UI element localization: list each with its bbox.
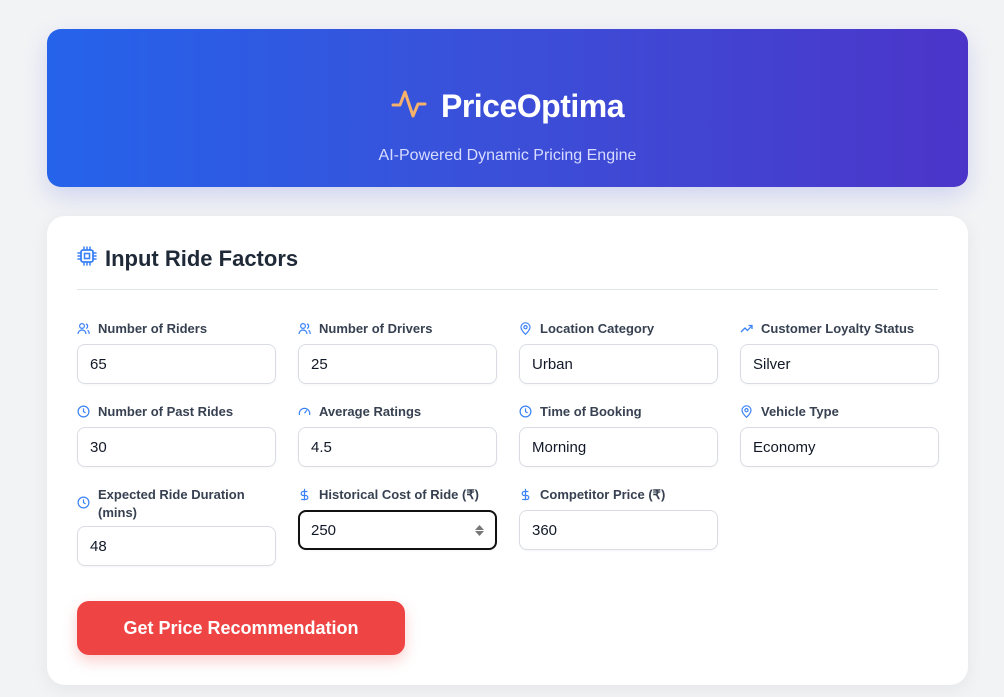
trending-up-icon	[740, 322, 753, 335]
historical-cost-input[interactable]: 250	[298, 510, 497, 550]
pulse-icon	[391, 85, 427, 126]
app-header: PriceOptima AI-Powered Dynamic Pricing E…	[47, 29, 968, 187]
map-pin-icon	[740, 405, 753, 419]
duration-input[interactable]: 48	[77, 526, 276, 566]
input-card: Input Ride Factors Number of Riders 65 N…	[47, 216, 968, 685]
field-number-of-drivers: Number of Drivers 25	[298, 320, 497, 384]
get-price-recommendation-button[interactable]: Get Price Recommendation	[77, 601, 405, 655]
cpu-icon	[77, 246, 97, 272]
field-label: Historical Cost of Ride (₹)	[319, 487, 479, 502]
field-vehicle-type: Vehicle Type Economy	[740, 403, 939, 467]
dollar-icon	[298, 488, 311, 501]
field-label: Number of Drivers	[319, 321, 433, 336]
field-competitor-price: Competitor Price (₹) 360	[519, 486, 718, 550]
field-past-rides: Number of Past Rides 30	[77, 403, 276, 467]
riders-input[interactable]: 65	[77, 344, 276, 384]
dollar-icon	[519, 488, 532, 501]
gauge-icon	[298, 405, 311, 418]
competitor-price-input[interactable]: 360	[519, 510, 718, 550]
clock-icon	[77, 496, 90, 509]
past-rides-input[interactable]: 30	[77, 427, 276, 467]
location-input[interactable]: Urban	[519, 344, 718, 384]
app-title: PriceOptima	[440, 87, 625, 124]
field-expected-duration: Expected Ride Duration (mins) 48	[77, 486, 276, 566]
field-customer-loyalty: Customer Loyalty Status Silver	[740, 320, 939, 384]
clock-icon	[77, 405, 90, 418]
ratings-input[interactable]: 4.5	[298, 427, 497, 467]
input-value: 250	[311, 521, 337, 539]
field-location-category: Location Category Urban	[519, 320, 718, 384]
field-label: Vehicle Type	[761, 404, 839, 419]
loyalty-input[interactable]: Silver	[740, 344, 939, 384]
time-of-booking-input[interactable]: Morning	[519, 427, 718, 467]
field-time-of-booking: Time of Booking Morning	[519, 403, 718, 467]
field-historical-cost: Historical Cost of Ride (₹) 250	[298, 486, 497, 550]
card-title: Input Ride Factors	[77, 246, 298, 272]
divider	[77, 289, 938, 290]
field-label: Time of Booking	[540, 404, 642, 419]
number-stepper-icon[interactable]	[475, 524, 484, 536]
field-label: Location Category	[540, 321, 655, 336]
card-title-text: Input Ride Factors	[105, 246, 299, 271]
field-label: Number of Riders	[98, 321, 208, 336]
users-icon	[298, 322, 311, 335]
clock-icon	[519, 405, 532, 418]
field-label: Competitor Price (₹)	[540, 487, 666, 502]
drivers-input[interactable]: 25	[298, 344, 497, 384]
field-number-of-riders: Number of Riders 65	[77, 320, 276, 384]
map-pin-icon	[519, 322, 532, 336]
brand: PriceOptima	[47, 85, 968, 125]
field-average-ratings: Average Ratings 4.5	[298, 403, 497, 467]
field-label: Customer Loyalty Status	[761, 321, 915, 336]
vehicle-type-input[interactable]: Economy	[740, 427, 939, 467]
users-icon	[77, 322, 90, 335]
app-subtitle: AI-Powered Dynamic Pricing Engine	[378, 147, 637, 164]
field-label: Average Ratings	[319, 404, 422, 419]
field-label: Expected Ride Duration (mins)	[98, 487, 245, 520]
field-label: Number of Past Rides	[98, 404, 234, 419]
